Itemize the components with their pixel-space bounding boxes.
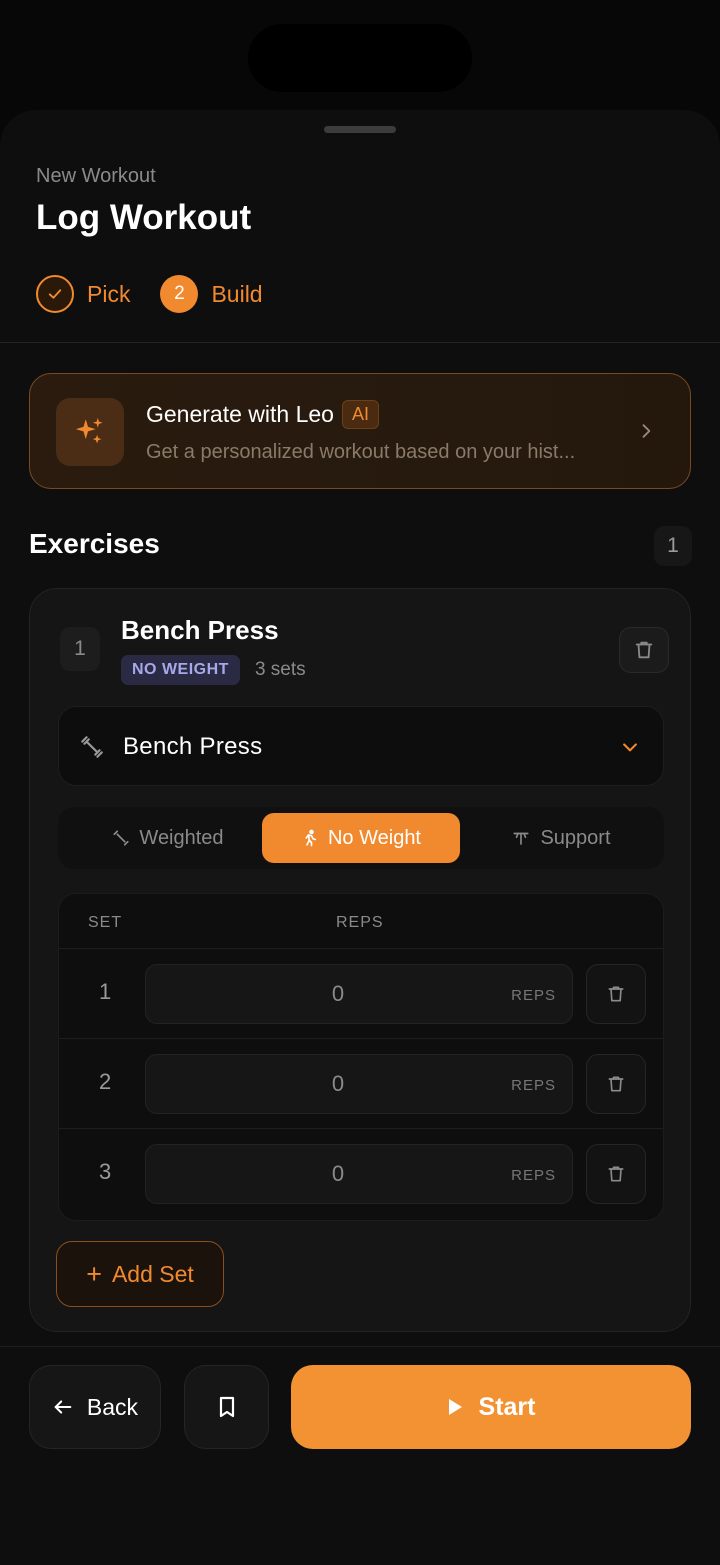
delete-set-button[interactable] — [586, 964, 646, 1024]
reps-unit: REPS — [511, 1167, 556, 1184]
sparkles-icon — [56, 398, 124, 466]
reps-input[interactable]: 0 REPS — [145, 1054, 573, 1114]
reps-unit: REPS — [511, 987, 556, 1004]
mode-weighted[interactable]: Weighted — [68, 813, 268, 863]
dumbbell-icon — [112, 829, 130, 847]
header-divider — [0, 342, 720, 343]
step-pick[interactable]: Pick — [36, 275, 130, 313]
page-eyebrow: New Workout — [36, 165, 156, 187]
delete-set-button[interactable] — [586, 1054, 646, 1114]
trash-icon — [608, 1166, 624, 1182]
delete-exercise-button[interactable] — [619, 627, 669, 673]
table-row: 3 0 REPS — [59, 1129, 663, 1219]
leo-title-text: Generate with Leo — [146, 401, 334, 427]
stepper: Pick 2 Build — [36, 274, 263, 314]
trash-icon — [608, 1076, 624, 1092]
exercise-type-badge: NO WEIGHT — [121, 655, 240, 685]
mode-support[interactable]: Support — [464, 813, 658, 863]
reps-value: 0 — [331, 1161, 345, 1186]
add-set-label: Add Set — [111, 1260, 194, 1287]
reps-value: 0 — [331, 981, 345, 1006]
delete-set-button[interactable] — [586, 1144, 646, 1204]
ai-badge: AI — [341, 400, 379, 429]
exercise-index: 1 — [60, 627, 100, 671]
mode-no-weight[interactable]: No Weight — [262, 813, 460, 863]
mode-label: No Weight — [327, 826, 421, 849]
table-row: 2 0 REPS — [59, 1039, 663, 1129]
page-title: Log Workout — [36, 198, 252, 237]
column-header-reps: REPS — [336, 914, 384, 931]
back-button[interactable]: Back — [29, 1365, 161, 1449]
reps-input[interactable]: 0 REPS — [145, 964, 573, 1024]
bookmark-button[interactable] — [184, 1365, 269, 1449]
exercise-sets-count: 3 sets — [254, 659, 306, 680]
exercise-meta: NO WEIGHT 3 sets — [121, 655, 306, 685]
reps-input[interactable]: 0 REPS — [145, 1144, 573, 1204]
start-button[interactable]: Start — [291, 1365, 691, 1449]
reps-unit: REPS — [511, 1077, 556, 1094]
sets-table: SET REPS 1 0 REPS 2 0 REPS 3 0 REPS — [58, 893, 664, 1221]
sheet-grabber[interactable] — [324, 126, 396, 133]
exercises-title: Exercises — [29, 528, 160, 559]
dumbbell-icon — [79, 734, 105, 765]
table-row: 1 0 REPS — [59, 949, 663, 1039]
exercise-card: 1 Bench Press NO WEIGHT 3 sets Bench Pre… — [29, 588, 691, 1332]
reps-value: 0 — [331, 1071, 345, 1096]
start-label: Start — [478, 1392, 536, 1421]
chevron-right-icon — [636, 420, 656, 447]
generate-with-leo-card[interactable]: Generate with Leo AI Get a personalized … — [29, 373, 691, 489]
column-header-set: SET — [88, 914, 123, 931]
plus-icon: + — [86, 1258, 102, 1289]
mode-segmented-control: Weighted No Weight Support — [58, 807, 664, 869]
workout-sheet: New Workout Log Workout Pick 2 Build Gen… — [0, 110, 720, 1565]
check-icon — [36, 275, 74, 313]
bookmark-icon — [219, 1396, 234, 1418]
step-label: Pick — [87, 280, 131, 307]
footer-divider — [0, 1346, 720, 1347]
step-number: 2 — [160, 275, 199, 313]
back-label: Back — [86, 1393, 139, 1420]
step-label: Build — [211, 280, 263, 307]
chevron-down-icon — [619, 737, 641, 762]
support-icon — [511, 829, 531, 847]
exercise-select-value: Bench Press — [123, 733, 263, 760]
leo-subtitle: Get a personalized workout based on your… — [146, 441, 576, 463]
exercise-select[interactable]: Bench Press — [58, 706, 664, 786]
trash-icon — [608, 986, 624, 1002]
set-number: 3 — [99, 1159, 112, 1184]
set-number: 2 — [99, 1069, 112, 1094]
leo-title: Generate with Leo AI — [146, 400, 379, 429]
set-number: 1 — [99, 979, 112, 1004]
running-icon — [301, 828, 319, 848]
exercises-count: 1 — [654, 526, 692, 566]
mode-label: Weighted — [139, 826, 224, 849]
add-set-button[interactable]: + Add Set — [56, 1241, 224, 1307]
arrow-left-icon — [52, 1396, 74, 1418]
exercise-name: Bench Press — [121, 615, 279, 645]
mode-label: Support — [540, 826, 611, 849]
play-icon — [447, 1398, 463, 1416]
device-notch — [248, 24, 472, 92]
trash-icon — [635, 641, 653, 659]
step-build[interactable]: 2 Build — [160, 275, 263, 313]
